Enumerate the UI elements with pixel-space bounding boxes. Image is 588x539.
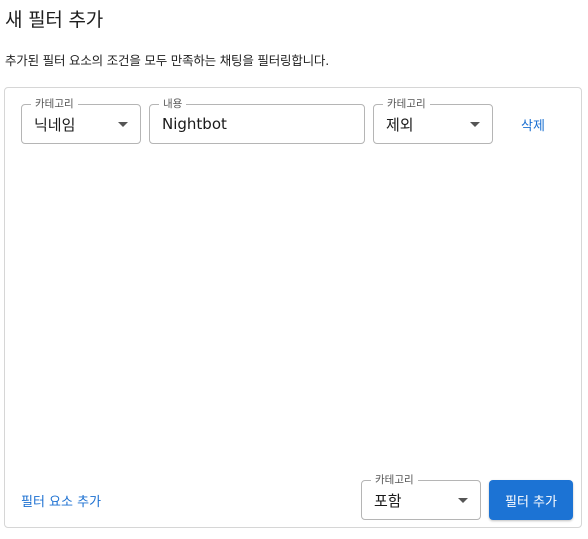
content-input[interactable]: 내용 Nightbot: [149, 97, 365, 144]
content-input-value: Nightbot: [162, 115, 227, 133]
page-title: 새 필터 추가: [5, 9, 104, 31]
page-description: 추가된 필터 요소의 조건을 모두 만족하는 채팅을 필터링합니다.: [5, 53, 329, 68]
mode-select-value: 제외: [386, 115, 414, 134]
caret-down-icon: [458, 498, 468, 503]
add-filter-button[interactable]: 필터 추가: [489, 480, 573, 520]
delete-button[interactable]: 삭제: [521, 115, 545, 134]
category-select-value: 닉네임: [34, 115, 76, 134]
caret-down-icon: [470, 122, 480, 127]
footer-mode-select[interactable]: 카테고리 포함: [361, 473, 481, 520]
mode-select[interactable]: 카테고리 제외: [373, 97, 493, 144]
category-select[interactable]: 카테고리 닉네임: [21, 97, 141, 144]
caret-down-icon: [118, 122, 128, 127]
footer-mode-select-value: 포함: [374, 491, 402, 510]
filter-panel: [4, 87, 582, 528]
add-filter-element-button[interactable]: 필터 요소 추가: [21, 491, 101, 510]
